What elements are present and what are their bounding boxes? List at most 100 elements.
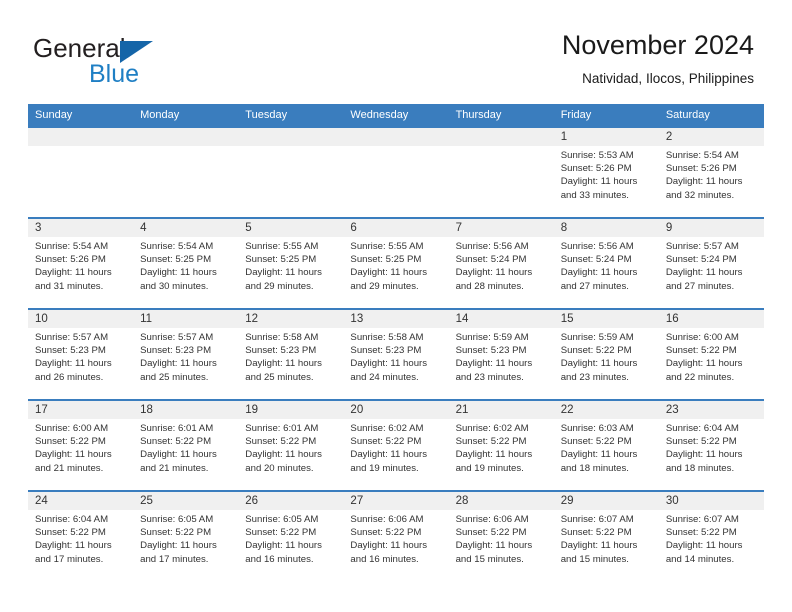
- calendar-cell-day[interactable]: 18 Sunrise: 6:01 AM Sunset: 5:22 PM Dayligh…: [133, 399, 239, 490]
- daylight-text-line2: and 19 minutes.: [350, 462, 419, 474]
- sunset-text: Sunset: 5:22 PM: [350, 527, 422, 539]
- calendar-cell-inner: 10 Sunrise: 5:57 AM Sunset: 5:23 PM Dayligh…: [28, 308, 134, 399]
- calendar-cell-day[interactable]: 19 Sunrise: 6:01 AM Sunset: 5:22 PM Dayligh…: [238, 399, 344, 490]
- calendar-cell-day[interactable]: 10 Sunrise: 5:57 AM Sunset: 5:23 PM Dayligh…: [28, 308, 134, 399]
- day-number: 28: [448, 492, 554, 510]
- calendar-cell-day[interactable]: 20 Sunrise: 6:02 AM Sunset: 5:22 PM Dayligh…: [343, 399, 449, 490]
- sunrise-text: Sunrise: 6:07 AM: [665, 514, 739, 525]
- daylight-text-line1: Daylight: 11 hours: [455, 540, 533, 552]
- calendar-cell-day[interactable]: 11 Sunrise: 5:57 AM Sunset: 5:23 PM Dayligh…: [133, 308, 239, 399]
- calendar-cell-day[interactable]: 14 Sunrise: 5:59 AM Sunset: 5:23 PM Dayligh…: [448, 308, 554, 399]
- calendar-cell-inner: 17 Sunrise: 6:00 AM Sunset: 5:22 PM Dayligh…: [28, 399, 134, 490]
- daylight-text-line2: and 19 minutes.: [455, 462, 524, 474]
- daylight-text-line2: and 21 minutes.: [140, 462, 209, 474]
- calendar-cell-day[interactable]: 30 Sunrise: 6:07 AM Sunset: 5:22 PM Dayligh…: [658, 490, 764, 581]
- sunset-text: Sunset: 5:22 PM: [665, 436, 737, 448]
- sunrise-text: Sunrise: 5:59 AM: [560, 332, 634, 343]
- calendar-cell-day[interactable]: 8 Sunrise: 5:56 AM Sunset: 5:24 PM Daylight…: [553, 217, 659, 308]
- daylight-text-line2: and 17 minutes.: [140, 553, 209, 565]
- calendar-cell-day[interactable]: 25 Sunrise: 6:05 AM Sunset: 5:22 PM Dayligh…: [133, 490, 239, 581]
- sunset-text: Sunset: 5:22 PM: [665, 527, 737, 539]
- weekday-header-tuesday: Tuesday: [238, 104, 344, 126]
- calendar-cell-day[interactable]: 5 Sunrise: 5:55 AM Sunset: 5:25 PM Daylight…: [238, 217, 344, 308]
- sunrise-text: Sunrise: 6:04 AM: [35, 514, 109, 525]
- calendar-week-row: 24 Sunrise: 6:04 AM Sunset: 5:22 PM Dayligh…: [28, 490, 764, 581]
- daylight-text-line1: Daylight: 11 hours: [455, 449, 533, 461]
- calendar-cell-day[interactable]: 15 Sunrise: 5:59 AM Sunset: 5:22 PM Dayligh…: [553, 308, 659, 399]
- daylight-text-line2: and 33 minutes.: [560, 189, 629, 201]
- daylight-text-line1: Daylight: 11 hours: [35, 358, 112, 370]
- sunrise-text: Sunrise: 5:57 AM: [140, 332, 214, 343]
- daylight-text-line2: and 15 minutes.: [455, 553, 524, 565]
- day-details: Sunrise: 5:54 AM Sunset: 5:26 PM Daylight:…: [28, 237, 133, 293]
- day-number: 29: [553, 492, 659, 510]
- calendar-week-row: 17 Sunrise: 6:00 AM Sunset: 5:22 PM Dayligh…: [28, 399, 764, 490]
- weekday-header-friday: Friday: [553, 104, 659, 126]
- calendar-cell-day[interactable]: 17 Sunrise: 6:00 AM Sunset: 5:22 PM Dayligh…: [28, 399, 134, 490]
- day-details: Sunrise: 5:58 AM Sunset: 5:23 PM Daylight:…: [238, 328, 343, 384]
- sunset-text: Sunset: 5:22 PM: [665, 345, 737, 357]
- calendar-cell-day[interactable]: 22 Sunrise: 6:03 AM Sunset: 5:22 PM Dayligh…: [553, 399, 659, 490]
- sunrise-text: Sunrise: 5:54 AM: [140, 241, 214, 252]
- logo-word-blue: Blue: [89, 60, 140, 88]
- day-number: [448, 128, 554, 146]
- day-number: [238, 128, 344, 146]
- calendar-cell-inner: 4 Sunrise: 5:54 AM Sunset: 5:25 PM Daylight…: [133, 217, 239, 308]
- calendar-week-row: 1 Sunrise: 5:53 AM Sunset: 5:26 PM Daylight…: [28, 126, 764, 217]
- calendar-cell-inner: 26 Sunrise: 6:05 AM Sunset: 5:22 PM Dayligh…: [238, 490, 344, 581]
- sunrise-text: Sunrise: 5:58 AM: [350, 332, 424, 343]
- weekday-header-sunday: Sunday: [28, 104, 134, 126]
- general-blue-logo[interactable]: General Blue: [33, 33, 273, 91]
- day-number: 17: [28, 401, 134, 419]
- day-details: Sunrise: 6:07 AM Sunset: 5:22 PM Daylight:…: [659, 510, 764, 566]
- sunset-text: Sunset: 5:23 PM: [350, 345, 422, 357]
- calendar-cell-day[interactable]: 7 Sunrise: 5:56 AM Sunset: 5:24 PM Daylight…: [448, 217, 554, 308]
- daylight-text-line1: Daylight: 11 hours: [35, 267, 112, 279]
- calendar-cell-inner: 28 Sunrise: 6:06 AM Sunset: 5:22 PM Dayligh…: [448, 490, 554, 581]
- day-details: Sunrise: 5:55 AM Sunset: 5:25 PM Daylight:…: [238, 237, 343, 293]
- day-number: 19: [238, 401, 344, 419]
- calendar-cell-day[interactable]: 1 Sunrise: 5:53 AM Sunset: 5:26 PM Daylight…: [553, 126, 659, 217]
- daylight-text-line2: and 17 minutes.: [35, 553, 104, 565]
- sunset-text: Sunset: 5:22 PM: [455, 527, 527, 539]
- calendar-cell-day[interactable]: 29 Sunrise: 6:07 AM Sunset: 5:22 PM Dayligh…: [553, 490, 659, 581]
- calendar-cell-inner: 14 Sunrise: 5:59 AM Sunset: 5:23 PM Dayligh…: [448, 308, 554, 399]
- calendar-cell-day[interactable]: 26 Sunrise: 6:05 AM Sunset: 5:22 PM Dayligh…: [238, 490, 344, 581]
- sunset-text: Sunset: 5:26 PM: [560, 163, 632, 175]
- daylight-text-line1: Daylight: 11 hours: [560, 449, 638, 461]
- day-number: [133, 128, 239, 146]
- sunset-text: Sunset: 5:26 PM: [665, 163, 737, 175]
- calendar-cell-day[interactable]: 6 Sunrise: 5:55 AM Sunset: 5:25 PM Daylight…: [343, 217, 449, 308]
- day-details: Sunrise: 6:01 AM Sunset: 5:22 PM Daylight:…: [238, 419, 343, 475]
- day-number: 27: [343, 492, 449, 510]
- daylight-text-line1: Daylight: 11 hours: [245, 449, 322, 461]
- calendar-cell-inner: 1 Sunrise: 5:53 AM Sunset: 5:26 PM Daylight…: [553, 126, 659, 217]
- calendar-cell-day[interactable]: 12 Sunrise: 5:58 AM Sunset: 5:23 PM Dayligh…: [238, 308, 344, 399]
- calendar-cell-day[interactable]: 24 Sunrise: 6:04 AM Sunset: 5:22 PM Dayligh…: [28, 490, 134, 581]
- calendar-cell-day[interactable]: 23 Sunrise: 6:04 AM Sunset: 5:22 PM Dayligh…: [658, 399, 764, 490]
- calendar-cell-day[interactable]: 28 Sunrise: 6:06 AM Sunset: 5:22 PM Dayligh…: [448, 490, 554, 581]
- calendar-cell-day[interactable]: 13 Sunrise: 5:58 AM Sunset: 5:23 PM Dayligh…: [343, 308, 449, 399]
- sunset-text: Sunset: 5:23 PM: [455, 345, 527, 357]
- calendar-cell-day[interactable]: 3 Sunrise: 5:54 AM Sunset: 5:26 PM Daylight…: [28, 217, 134, 308]
- calendar-weekday-header: Sunday Monday Tuesday Wednesday Thursday…: [28, 104, 764, 126]
- calendar-cell-day[interactable]: 21 Sunrise: 6:02 AM Sunset: 5:22 PM Dayligh…: [448, 399, 554, 490]
- calendar-cell-day[interactable]: 9 Sunrise: 5:57 AM Sunset: 5:24 PM Daylight…: [658, 217, 764, 308]
- sunrise-text: Sunrise: 6:02 AM: [455, 423, 529, 434]
- calendar-cell-day[interactable]: 4 Sunrise: 5:54 AM Sunset: 5:25 PM Daylight…: [133, 217, 239, 308]
- day-number: [28, 128, 134, 146]
- calendar-cell-empty: [238, 126, 344, 217]
- calendar-cell-inner: 13 Sunrise: 5:58 AM Sunset: 5:23 PM Dayligh…: [343, 308, 449, 399]
- sunrise-text: Sunrise: 6:07 AM: [560, 514, 634, 525]
- calendar-cell-day[interactable]: 16 Sunrise: 6:00 AM Sunset: 5:22 PM Dayligh…: [658, 308, 764, 399]
- sunset-text: Sunset: 5:22 PM: [560, 345, 632, 357]
- calendar-cell-day[interactable]: 2 Sunrise: 5:54 AM Sunset: 5:26 PM Daylight…: [658, 126, 764, 217]
- calendar-cell-inner: 20 Sunrise: 6:02 AM Sunset: 5:22 PM Dayligh…: [343, 399, 449, 490]
- calendar-cell-day[interactable]: 27 Sunrise: 6:06 AM Sunset: 5:22 PM Dayligh…: [343, 490, 449, 581]
- page-header: General Blue November 2024 Natividad, Il…: [0, 0, 792, 104]
- day-details: Sunrise: 5:55 AM Sunset: 5:25 PM Daylight:…: [343, 237, 448, 293]
- calendar-cell-inner: 6 Sunrise: 5:55 AM Sunset: 5:25 PM Daylight…: [343, 217, 449, 308]
- sunset-text: Sunset: 5:24 PM: [560, 254, 632, 266]
- calendar-cell-inner: [343, 126, 449, 217]
- daylight-text-line1: Daylight: 11 hours: [350, 267, 428, 279]
